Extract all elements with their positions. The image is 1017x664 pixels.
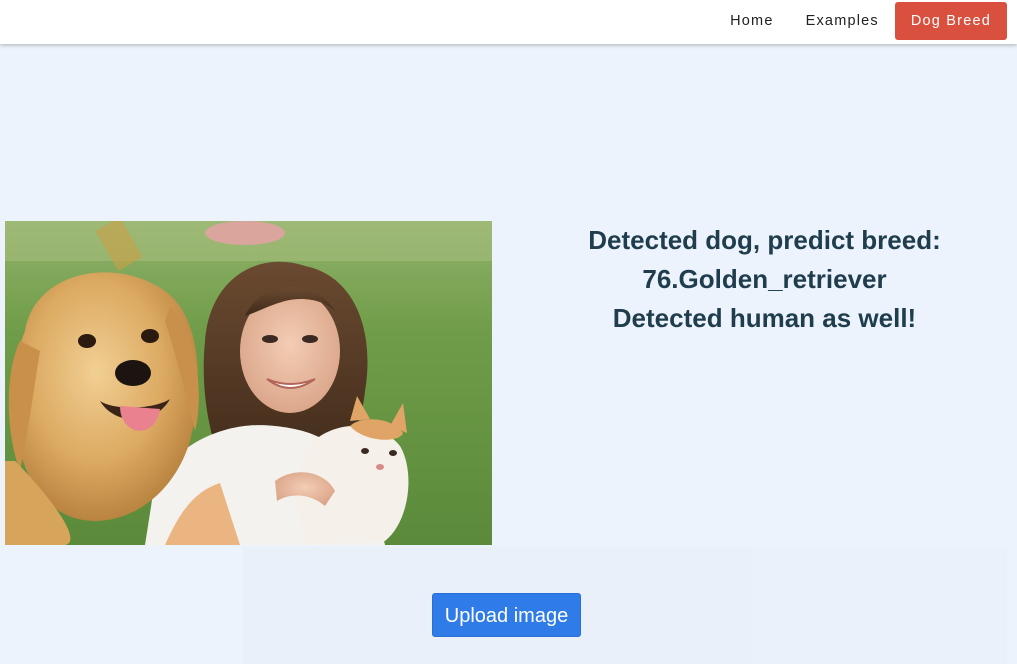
background-panel-right bbox=[752, 547, 1007, 664]
dog-and-woman-photo bbox=[5, 221, 492, 545]
nav-home-link[interactable]: Home bbox=[714, 2, 789, 40]
result-line-breed: 76.Golden_retriever bbox=[642, 264, 887, 294]
top-navbar: Home Examples Dog Breed bbox=[0, 0, 1017, 44]
result-line-dog: Detected dog, predict breed: bbox=[588, 225, 941, 255]
nav-examples-link[interactable]: Examples bbox=[790, 2, 895, 40]
uploaded-photo bbox=[5, 221, 492, 545]
result-line-human: Detected human as well! bbox=[612, 303, 917, 333]
prediction-result: Detected dog, predict breed: 76.Golden_r… bbox=[512, 221, 1017, 338]
nav-menu: Home Examples Dog Breed bbox=[714, 2, 1007, 40]
nav-dog-breed-link[interactable]: Dog Breed bbox=[894, 2, 1007, 40]
upload-image-button[interactable]: Upload image bbox=[432, 593, 581, 637]
